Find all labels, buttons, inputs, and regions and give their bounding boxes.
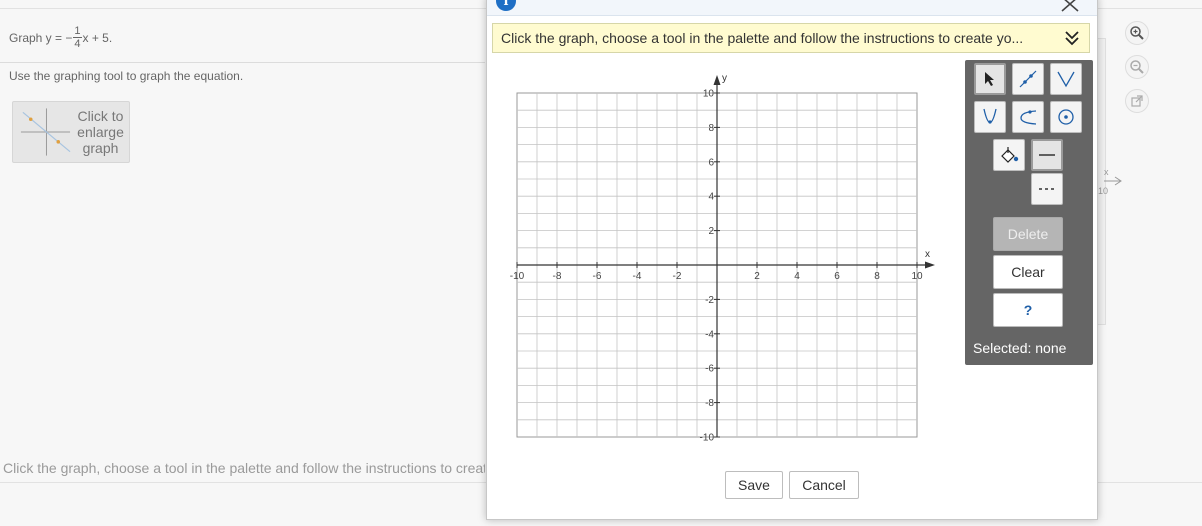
y-tick-label: 10 — [703, 89, 715, 100]
circle-icon[interactable] — [1050, 101, 1082, 133]
selected-status: Selected: none — [973, 340, 1067, 356]
close-icon[interactable] — [1059, 0, 1081, 13]
dialog-header — [487, 0, 1097, 16]
dashed-line-icon[interactable] — [1031, 173, 1063, 205]
popout-icon[interactable] — [1125, 89, 1149, 113]
y-axis-label: y — [722, 73, 727, 84]
instruction-text: Use the graphing tool to graph the equat… — [9, 69, 244, 83]
graph-canvas[interactable]: x y -10 -8 -6 -4 -2 2 4 6 8 10 10 8 6 4 2 -2 -4 -6 -8 -10 — [499, 69, 939, 449]
x-tick-label: -6 — [593, 271, 602, 282]
question-title: Graph y = − 1 4 x + 5. — [9, 25, 112, 50]
x-tick-label: 8 — [874, 271, 880, 282]
x-tick-label: -2 — [673, 271, 682, 282]
absolute-value-icon[interactable] — [1050, 63, 1082, 95]
x-tick-label: 10 — [911, 271, 923, 282]
clear-button[interactable]: Clear — [993, 255, 1063, 289]
x-axis-label: x — [925, 249, 930, 260]
graph-dialog: i Click the graph, choose a tool in the … — [486, 0, 1098, 520]
solid-line-icon[interactable] — [1031, 139, 1063, 171]
y-tick-label: -2 — [705, 295, 714, 306]
parabola-icon[interactable] — [974, 101, 1006, 133]
y-tick-label: 2 — [708, 226, 714, 237]
x-tick-label: -8 — [553, 271, 562, 282]
pointer-icon[interactable] — [974, 63, 1006, 95]
x-axis-arrow — [925, 261, 935, 269]
divider — [0, 62, 485, 63]
line-icon[interactable] — [1012, 63, 1044, 95]
question-suffix: x + 5. — [82, 30, 113, 45]
question-prefix: Graph y = − — [9, 30, 73, 45]
zoom-out-icon[interactable] — [1125, 55, 1149, 79]
x-tick-label: 4 — [794, 271, 800, 282]
delete-button[interactable]: Delete — [993, 217, 1063, 251]
bottom-instruction: Click the graph, choose a tool in the pa… — [3, 460, 485, 476]
fraction-denominator: 4 — [74, 38, 81, 50]
x-tick-label: 6 — [834, 271, 840, 282]
chevron-double-down-icon[interactable] — [1063, 29, 1081, 47]
y-tick-label: 8 — [708, 123, 714, 134]
y-tick-label: -4 — [705, 329, 714, 340]
y-tick-label: 4 — [708, 192, 714, 203]
x-tick-label: 2 — [754, 271, 760, 282]
graph-thumbnail-icon — [20, 108, 71, 156]
help-button[interactable]: ? — [993, 293, 1063, 327]
enlarge-graph-button[interactable]: Click to enlarge graph — [12, 101, 130, 163]
banner-text: Click the graph, choose a tool in the pa… — [501, 30, 1024, 46]
zoom-in-icon[interactable] — [1125, 21, 1149, 45]
exponential-icon[interactable] — [1012, 101, 1044, 133]
x-tick-label: -10 — [510, 271, 525, 282]
save-button[interactable]: Save — [725, 471, 783, 499]
y-tick-label: -10 — [700, 433, 715, 444]
cancel-button[interactable]: Cancel — [789, 471, 859, 499]
y-tick-label: 6 — [708, 157, 714, 168]
background-tick-label: 10 — [1098, 186, 1109, 196]
y-tick-label: -8 — [705, 398, 714, 409]
enlarge-graph-label: Click to enlarge graph — [77, 108, 124, 156]
tool-palette: Delete Clear ? Selected: none — [965, 60, 1093, 365]
fill-icon[interactable] — [993, 139, 1025, 171]
y-tick-label: -6 — [705, 364, 714, 375]
y-axis-arrow — [713, 75, 721, 85]
x-tick-label: -4 — [633, 271, 642, 282]
fraction: 1 4 — [73, 25, 82, 50]
background-axis-arrow — [1104, 176, 1122, 186]
instruction-banner[interactable]: Click the graph, choose a tool in the pa… — [492, 23, 1090, 53]
fraction-numerator: 1 — [73, 25, 82, 38]
